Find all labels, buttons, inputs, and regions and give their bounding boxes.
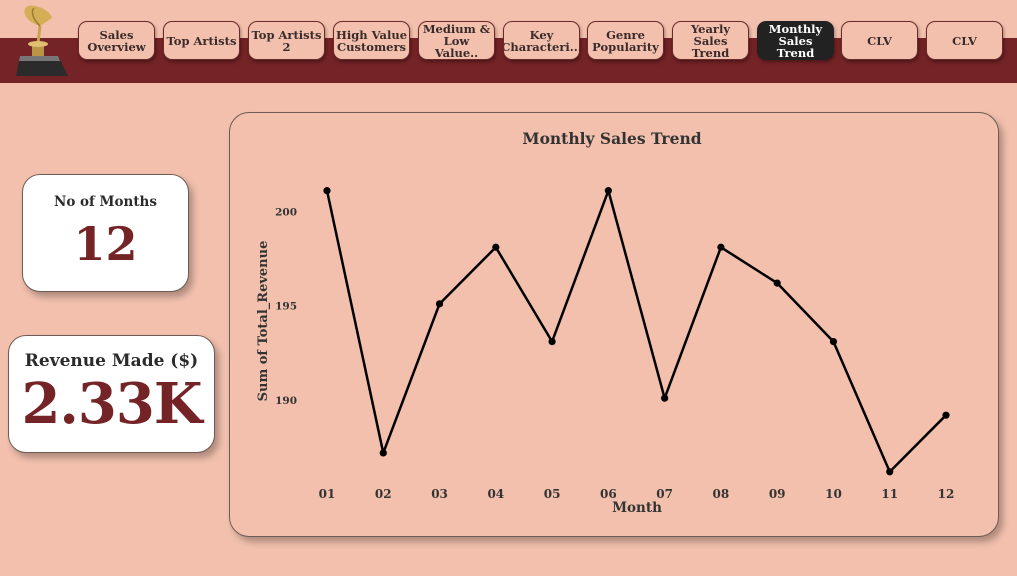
x-tick-label: 04 xyxy=(487,487,504,501)
series-line xyxy=(325,189,947,474)
revenue-kpi-value: 2.33K xyxy=(21,371,202,437)
data-point[interactable] xyxy=(435,300,444,308)
x-tick-label: 11 xyxy=(881,487,898,501)
x-tick-label: 03 xyxy=(431,487,448,501)
x-tick-label: 01 xyxy=(319,487,336,501)
chart-series xyxy=(323,187,950,476)
y-axis-ticks: 190 195 200 xyxy=(275,206,297,407)
data-point[interactable] xyxy=(886,468,894,476)
data-point[interactable] xyxy=(773,279,781,287)
tab-clv-2[interactable]: CLV xyxy=(926,21,1003,60)
months-kpi-value: 12 xyxy=(73,217,138,271)
data-point[interactable] xyxy=(717,243,725,251)
tab-monthly-sales-trend[interactable]: Monthly Sales Trend xyxy=(757,21,834,60)
x-tick-label: 07 xyxy=(656,487,673,501)
tab-key-characteristics[interactable]: Key Characteri... xyxy=(503,21,580,60)
x-tick-label: 06 xyxy=(600,487,617,501)
tab-genre-popularity[interactable]: Genre Popularity xyxy=(587,21,664,60)
chart-y-axis-label: Sum of Total_Revenue xyxy=(256,241,271,402)
data-point[interactable] xyxy=(604,187,612,195)
y-tick-label: 190 xyxy=(275,395,297,407)
data-point[interactable] xyxy=(829,337,838,346)
chart-x-axis-label: Month xyxy=(612,500,662,516)
tab-medium-low-value[interactable]: Medium & Low Value.. xyxy=(418,21,495,60)
x-tick-label: 10 xyxy=(825,487,842,501)
tab-clv[interactable]: CLV xyxy=(841,21,918,60)
data-point[interactable] xyxy=(379,449,387,457)
tab-top-artists-2[interactable]: Top Artists 2 xyxy=(248,21,325,60)
data-point[interactable] xyxy=(942,411,950,419)
data-point[interactable] xyxy=(492,243,500,251)
x-tick-label: 05 xyxy=(544,487,561,501)
tab-top-artists[interactable]: Top Artists xyxy=(163,21,240,60)
data-point[interactable] xyxy=(548,337,556,346)
x-tick-label: 12 xyxy=(938,487,955,501)
data-point[interactable] xyxy=(661,394,669,402)
monthly-sales-line-chart: Monthly Sales Trend Sum of Total_Revenue… xyxy=(256,129,955,516)
x-axis-ticks: 01 02 03 04 05 06 07 08 09 10 11 12 xyxy=(319,487,955,501)
monthly-sales-chart-card: Monthly Sales Trend Sum of Total_Revenue… xyxy=(229,112,999,537)
tab-high-value-customers[interactable]: High Value Customers xyxy=(333,21,410,60)
x-tick-label: 02 xyxy=(375,487,392,501)
revenue-kpi-card: Revenue Made ($) 2.33K xyxy=(8,335,215,453)
tab-yearly-sales-trend[interactable]: Yearly Sales Trend xyxy=(672,21,749,60)
data-point[interactable] xyxy=(323,187,331,195)
y-tick-label: 200 xyxy=(275,206,297,218)
revenue-kpi-label: Revenue Made ($) xyxy=(24,351,199,371)
months-kpi-label: No of Months xyxy=(54,194,157,210)
x-tick-label: 08 xyxy=(713,487,730,501)
grammy-trophy-logo xyxy=(16,5,68,76)
months-kpi-card: No of Months 12 xyxy=(22,174,189,292)
x-tick-label: 09 xyxy=(769,487,786,501)
y-tick-label: 195 xyxy=(275,301,297,313)
chart-title: Monthly Sales Trend xyxy=(522,129,701,148)
tab-sales-overview[interactable]: Sales Overview xyxy=(78,21,155,60)
